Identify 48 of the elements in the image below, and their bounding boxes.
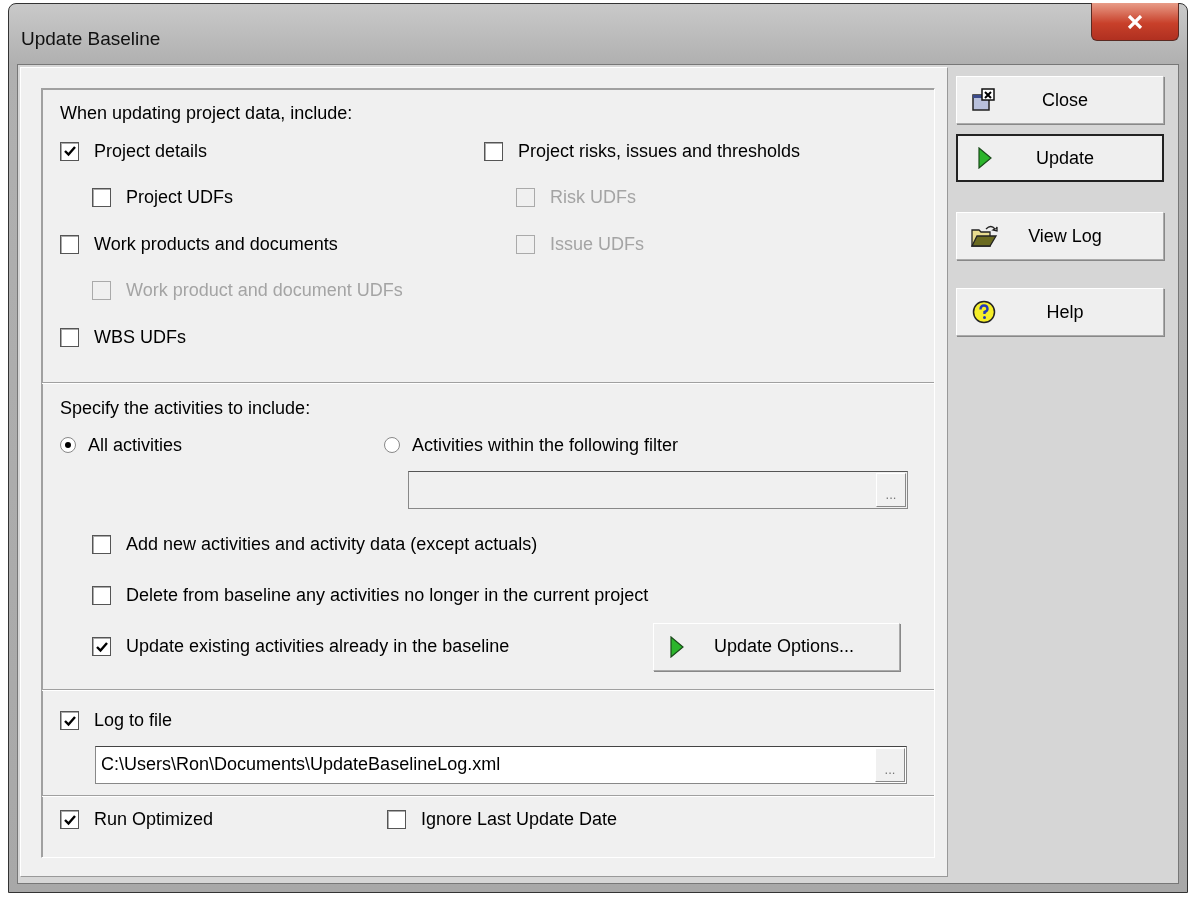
play-icon [978,147,992,169]
dialog-button[interactable]: View Log [956,212,1164,260]
checkbox-label: Run Optimized [94,809,214,831]
update-options-button[interactable]: Update Options... [653,622,900,671]
checkbox-label: Add new activities and activity data (except actuals) [126,534,538,556]
checkbox-label: Work products and documents [94,233,338,255]
checkbox-label: Risk UDFs [550,187,636,209]
browse-button[interactable]: ... [876,473,906,508]
checkbox-label: Delete from baseline any activities no longer in the current project [126,585,649,607]
filter-field[interactable]: ... [408,471,908,510]
checkbox[interactable] [60,810,79,830]
dialog-button[interactable]: Update [956,134,1164,182]
browse-button[interactable]: ... [875,747,905,782]
dialog-button[interactable]: Close [956,76,1164,124]
radio-button[interactable] [60,437,76,454]
help-icon [972,300,996,324]
checkbox-label: Project risks, issues and thresholds [518,140,801,162]
window-title: Update Baseline [21,28,161,50]
checkbox-label: Log to file [94,710,173,732]
checkbox[interactable] [92,637,111,657]
play-icon [670,635,684,658]
section-heading: Specify the activities to include: [60,398,312,420]
close-window-icon [972,88,996,112]
checkbox[interactable] [60,141,79,161]
checkbox-label: Project details [94,140,208,162]
checkbox-label: WBS UDFs [94,326,186,348]
checkbox[interactable] [60,711,79,731]
log-path-field[interactable]: C:\Users\Ron\Documents\UpdateBaselineLog.xml ... [95,745,907,784]
checkbox[interactable] [484,141,503,161]
radio-label: All activities [88,434,183,456]
checkbox-label: Update existing activities already in the baseline [126,636,510,658]
checkbox-label: Ignore Last Update Date [421,809,618,831]
checkbox-label: Work product and document UDFs [126,280,403,302]
close-window-button[interactable] [1091,3,1179,41]
section-heading: When updating project data, include: [60,103,354,124]
checkbox[interactable] [92,188,111,208]
checkbox-label: Issue UDFs [550,233,645,255]
checkbox[interactable] [60,234,79,254]
checkbox[interactable] [387,810,406,830]
close-icon [1127,14,1143,29]
checkbox[interactable] [92,535,111,555]
folder-icon [970,224,998,248]
checkbox[interactable] [92,586,111,606]
checkbox[interactable] [60,327,79,347]
radio-button[interactable] [384,437,400,454]
dialog-button[interactable]: Help [956,288,1164,336]
radio-label: Activities within the following filter [412,434,679,456]
checkbox-label: Project UDFs [126,187,233,209]
